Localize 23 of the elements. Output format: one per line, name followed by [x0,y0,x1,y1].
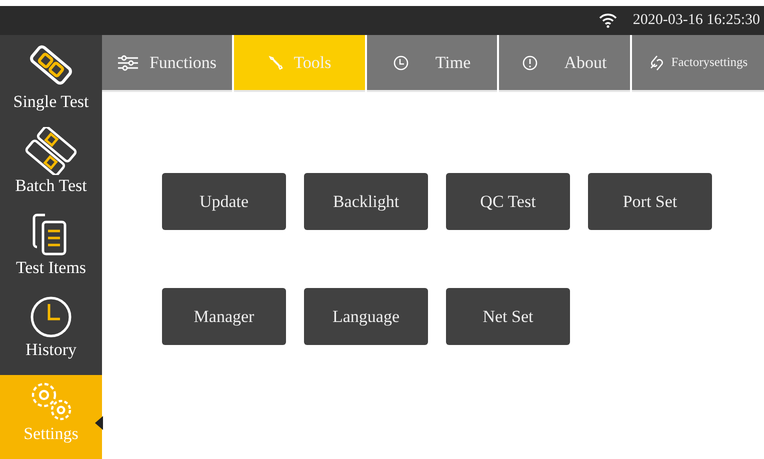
settings-button[interactable]: Manager [162,288,286,345]
settings-button[interactable]: Backlight [304,173,428,230]
clock-icon [29,294,73,339]
sidebar-item[interactable]: Single Test [0,35,102,123]
exclamation-icon [522,54,538,70]
sliders-icon [117,54,140,70]
tab[interactable]: About [499,35,630,92]
test-strips-icon [25,126,77,175]
tab[interactable]: Time [367,35,497,92]
selection-pointer-icon [95,416,103,430]
clock-icon [393,54,410,70]
settings-button[interactable]: Port Set [588,173,712,230]
tab[interactable]: Functions [102,35,232,92]
settings-button[interactable]: Net Set [446,288,570,345]
tab[interactable]: Factorysettings [632,35,764,92]
sidebar-item[interactable]: Batch Test [0,122,102,207]
date-time-text: 2020-03-16 16:25:30 [632,11,760,30]
sidebar-item[interactable]: History [0,290,102,375]
sidebar-item[interactable]: Test Items [0,206,102,291]
settings-button[interactable]: Update [162,173,286,230]
settings-button[interactable]: Language [304,288,428,345]
wifi-icon [598,13,617,28]
settings-button[interactable]: QC Test [446,173,570,230]
